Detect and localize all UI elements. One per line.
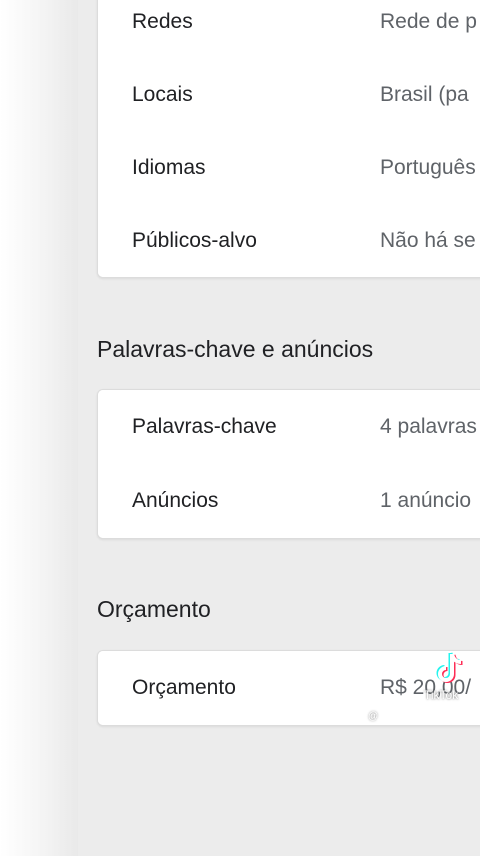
row-value: 1 anúncio — [380, 489, 472, 512]
row-label: Públicos-alvo — [132, 228, 257, 252]
keywords-section-title: Palavras-chave e anúncios — [97, 336, 374, 362]
tiktok-logo-icon — [436, 652, 463, 683]
row-label: Redes — [132, 9, 193, 33]
row-value: 4 palavras — [380, 415, 477, 438]
settings-row-idiomas[interactable]: Idiomas Português — [98, 131, 480, 205]
settings-row-redes[interactable]: Redes Rede de p — [98, 0, 480, 59]
budget-section-title: Orçamento — [97, 596, 211, 622]
row-value: Brasil (pa — [380, 82, 469, 106]
tiktok-brand-text: TikTok — [424, 688, 459, 702]
campaign-settings-card: Redes Rede de p Locais Brasil (pa Idioma… — [97, 0, 480, 278]
row-label: Orçamento — [132, 676, 236, 699]
tiktok-watermark: TikTok — [420, 650, 480, 710]
row-label: Locais — [132, 82, 193, 106]
row-label: Idiomas — [132, 155, 206, 179]
settings-row-publicos-alvo[interactable]: Públicos-alvo Não há se — [98, 204, 480, 277]
row-value: Português — [380, 155, 476, 179]
keywords-card: Palavras-chave 4 palavras Anúncios 1 anú… — [97, 389, 480, 539]
row-value: Não há se — [380, 228, 476, 252]
settings-row-locais[interactable]: Locais Brasil (pa — [98, 58, 480, 132]
tiktok-handle: @ — [368, 711, 379, 722]
left-margin — [0, 0, 79, 856]
row-value: Rede de p — [380, 9, 477, 33]
row-palavras-chave[interactable]: Palavras-chave 4 palavras — [98, 390, 480, 465]
row-label: Anúncios — [132, 489, 219, 512]
row-label: Palavras-chave — [132, 415, 277, 438]
row-anuncios[interactable]: Anúncios 1 anúncio — [98, 464, 480, 538]
